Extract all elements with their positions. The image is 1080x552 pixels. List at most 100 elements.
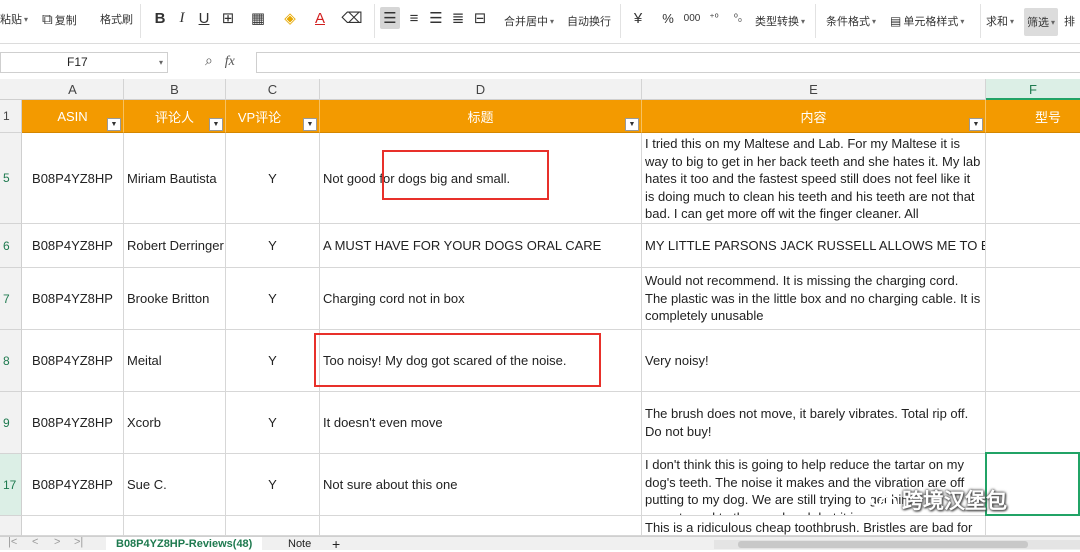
next-sheet-icon[interactable]: > [54, 536, 60, 548]
percent-button[interactable]: % [658, 7, 678, 29]
title-cell[interactable]: Charging cord not in box [320, 268, 642, 330]
row-header[interactable]: 1 [0, 100, 22, 133]
sort-button[interactable]: 排 [1064, 13, 1075, 29]
model-cell[interactable] [986, 392, 1080, 454]
title-cell[interactable]: Not good for dogs big and small. [320, 133, 642, 224]
asin-cell[interactable]: B08P4YZ8HP [22, 133, 124, 224]
reviewer-cell[interactable]: Brooke Britton [124, 268, 226, 330]
vp-cell[interactable]: Y [226, 268, 320, 330]
content-cell[interactable]: This is a ridiculous cheap toothbrush. B… [642, 516, 986, 536]
prev-sheet-icon[interactable]: < [32, 536, 38, 548]
model-cell[interactable] [986, 268, 1080, 330]
borders-icon[interactable]: ⊞ [218, 7, 238, 29]
asin-cell[interactable]: B08P4YZ8HP [22, 330, 124, 392]
column-header-b[interactable]: B [124, 79, 226, 100]
asin-cell[interactable]: B08P4YZ8HP [22, 224, 124, 268]
increase-decimal-icon[interactable]: ⁺⁰ [704, 7, 724, 29]
model-cell[interactable] [986, 330, 1080, 392]
underline-button[interactable]: U [194, 7, 214, 29]
align-center-icon[interactable]: ≡ [404, 7, 424, 29]
column-header-f[interactable]: F [986, 79, 1080, 100]
font-color-icon[interactable]: A [310, 7, 330, 29]
sum-button[interactable]: 求和 ▾ [986, 13, 1014, 29]
row-header[interactable]: 17 [0, 454, 22, 516]
reviewer-cell[interactable] [124, 516, 226, 536]
filter-dropdown-icon[interactable]: ▼ [969, 118, 983, 131]
row-header[interactable]: 7 [0, 268, 22, 330]
content-cell[interactable]: I tried this on my Maltese and Lab. For … [642, 133, 986, 224]
currency-button[interactable]: ¥ [628, 7, 648, 29]
vp-cell[interactable] [226, 516, 320, 536]
vp-cell[interactable]: Y [226, 330, 320, 392]
row-header[interactable]: 5 [0, 133, 22, 224]
filter-dropdown-icon[interactable]: ▼ [625, 118, 639, 131]
title-cell[interactable]: Too noisy! My dog got scared of the nois… [320, 330, 642, 392]
reviewer-cell[interactable]: Robert Derringer [124, 224, 226, 268]
distributed-icon[interactable]: ⊟ [470, 7, 490, 29]
column-header-c[interactable]: C [226, 79, 320, 100]
decrease-decimal-icon[interactable]: ⁰₀ [728, 7, 748, 29]
row-header[interactable]: 6 [0, 224, 22, 268]
asin-cell[interactable]: B08P4YZ8HP [22, 268, 124, 330]
add-sheet-button[interactable]: + [322, 537, 350, 551]
paste-button[interactable]: 粘贴 ▾ [0, 11, 28, 27]
title-cell[interactable]: Not sure about this one [320, 454, 642, 516]
thousands-button[interactable]: 000 [682, 7, 702, 29]
formula-input[interactable] [256, 52, 1080, 73]
conditional-format-button[interactable]: 条件格式 ▾ [826, 13, 876, 29]
title-cell[interactable]: A MUST HAVE FOR YOUR DOGS ORAL CARE [320, 224, 642, 268]
asin-cell[interactable]: B08P4YZ8HP [22, 392, 124, 454]
model-cell[interactable] [986, 133, 1080, 224]
model-cell[interactable] [986, 224, 1080, 268]
reviewer-cell[interactable]: Miriam Bautista [124, 133, 226, 224]
asin-cell[interactable] [22, 516, 124, 536]
vp-cell[interactable]: Y [226, 224, 320, 268]
row-header[interactable]: 8 [0, 330, 22, 392]
fill-color-icon[interactable]: ◈ [280, 7, 300, 29]
column-header-e[interactable]: E [642, 79, 986, 100]
type-convert-button[interactable]: 类型转换 ▾ [755, 13, 805, 29]
last-sheet-icon[interactable]: >| [74, 536, 83, 548]
align-left-icon[interactable]: ☰ [380, 7, 400, 29]
column-header-d[interactable]: D [320, 79, 642, 100]
fx-icon[interactable]: fx [225, 54, 235, 69]
reviewer-cell[interactable]: Meital [124, 330, 226, 392]
row-header[interactable]: 9 [0, 392, 22, 454]
italic-button[interactable]: I [172, 7, 192, 29]
title-cell[interactable]: It doesn't even move [320, 392, 642, 454]
scrollbar-thumb[interactable] [738, 541, 1028, 548]
name-box[interactable]: F17 ▾ [0, 52, 168, 73]
bold-button[interactable]: B [150, 7, 170, 29]
asin-cell[interactable]: B08P4YZ8HP [22, 454, 124, 516]
filter-dropdown-icon[interactable]: ▼ [209, 118, 223, 131]
title-cell[interactable] [320, 516, 642, 536]
content-cell[interactable]: Very noisy! [642, 330, 986, 392]
justify-icon[interactable]: ≣ [448, 7, 468, 29]
eraser-icon[interactable]: ⌫ [341, 7, 362, 29]
filter-button[interactable]: 筛选 ▾ [1024, 8, 1059, 36]
merge-center-button[interactable]: 合并居中 ▾ [504, 13, 554, 29]
content-cell[interactable]: The brush does not move, it barely vibra… [642, 392, 986, 454]
vp-cell[interactable]: Y [226, 392, 320, 454]
format-painter-button[interactable]: 格式刷 [100, 11, 133, 27]
column-header-a[interactable]: A [22, 79, 124, 100]
reviewer-cell[interactable]: Xcorb [124, 392, 226, 454]
content-cell[interactable]: MY LITTLE PARSONS JACK RUSSELL ALLOWS ME… [642, 224, 986, 268]
align-right-icon[interactable]: ☰ [426, 7, 446, 29]
vp-cell[interactable]: Y [226, 133, 320, 224]
model-cell[interactable] [986, 516, 1080, 536]
copy-button[interactable]: ⧉ 复制 [42, 11, 77, 28]
sheet-tab-note[interactable]: Note [278, 537, 321, 551]
filter-dropdown-icon[interactable]: ▼ [107, 118, 121, 131]
filter-dropdown-icon[interactable]: ▼ [303, 118, 317, 131]
first-sheet-icon[interactable]: |< [8, 536, 17, 548]
horizontal-scrollbar[interactable] [714, 540, 1080, 549]
fill-pattern-icon[interactable]: ▦ [248, 7, 268, 29]
chevron-down-icon[interactable]: ▾ [159, 53, 163, 72]
zoom-icon[interactable]: ⌕ [205, 52, 213, 68]
vp-cell[interactable]: Y [226, 454, 320, 516]
reviewer-cell[interactable]: Sue C. [124, 454, 226, 516]
sheet-tab-reviews[interactable]: B08P4YZ8HP-Reviews(48) [106, 537, 263, 551]
wrap-text-button[interactable]: 自动换行 [567, 13, 611, 29]
cell-style-button[interactable]: ▤ 单元格样式 ▾ [890, 13, 964, 29]
